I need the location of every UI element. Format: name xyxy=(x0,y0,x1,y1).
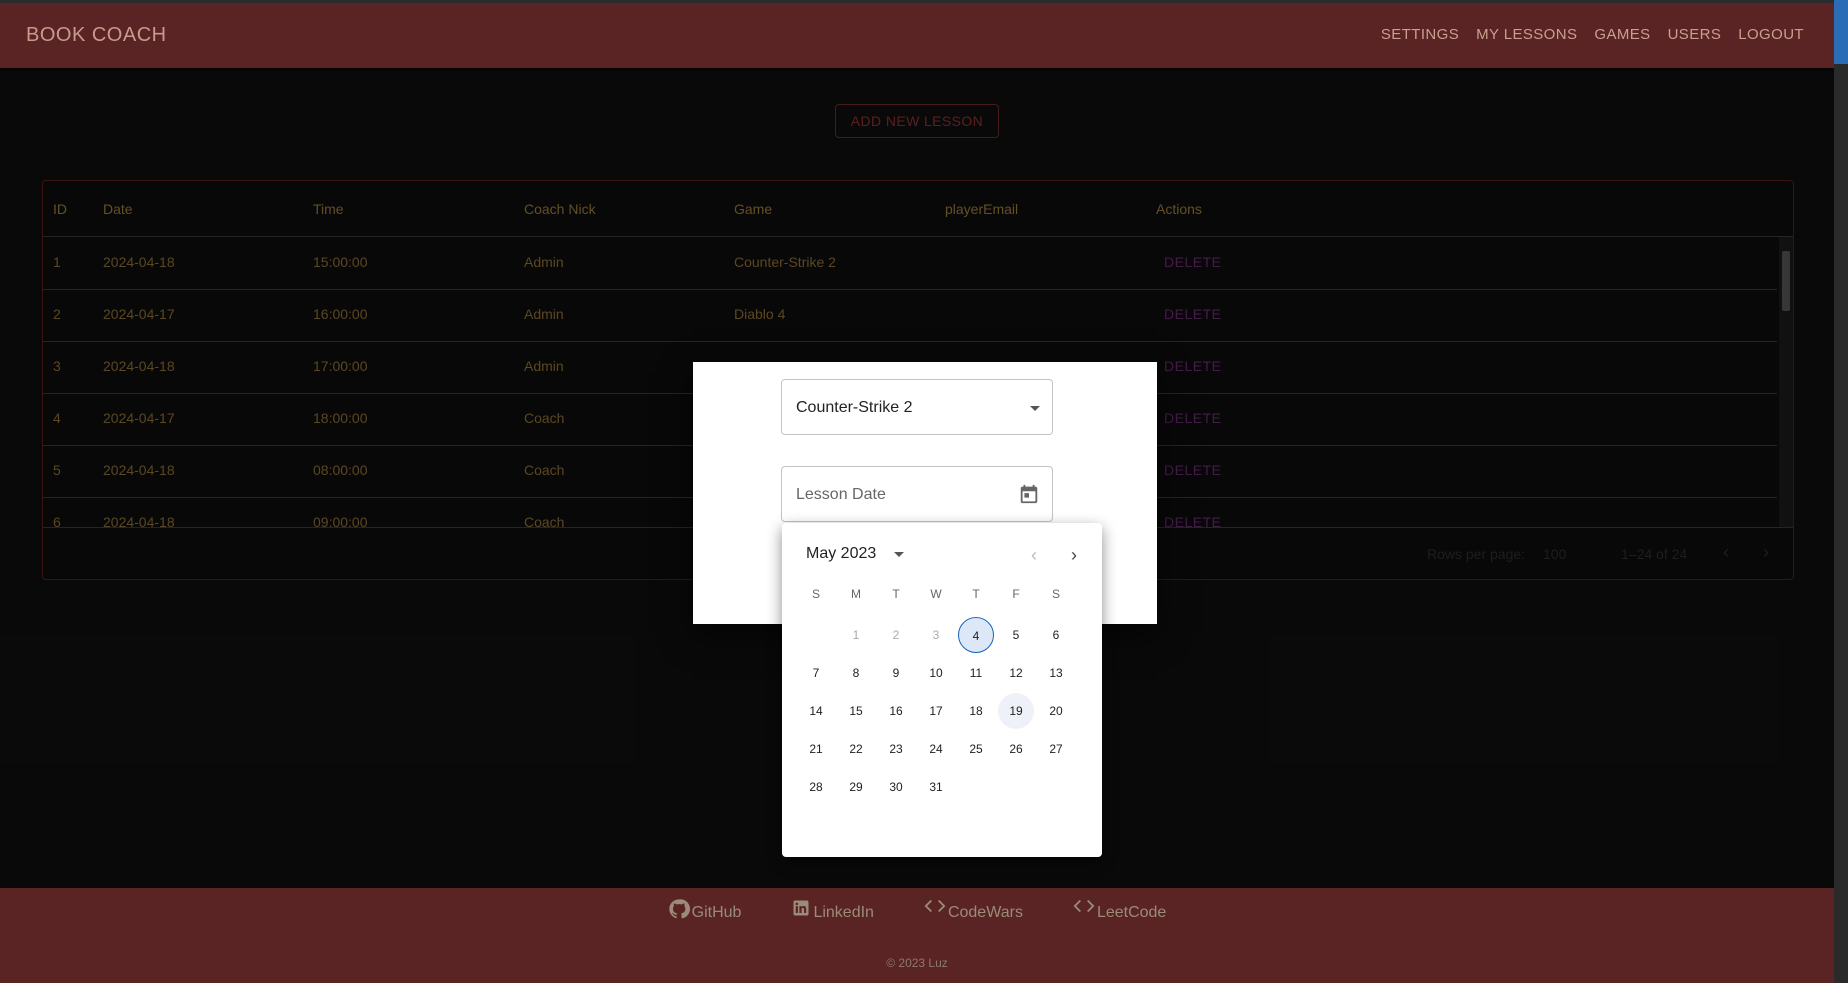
calendar-day: 1 xyxy=(852,628,860,642)
nav-users[interactable]: USERS xyxy=(1668,26,1722,43)
calendar-day[interactable]: 26 xyxy=(998,731,1034,767)
page-footer: GitHub LinkedIn CodeWars LeetCode © 2023… xyxy=(0,888,1834,983)
footer-link-leetcode[interactable]: LeetCode xyxy=(1073,898,1167,923)
calendar-weekday: T xyxy=(972,587,980,601)
calendar-day[interactable]: 16 xyxy=(878,693,914,729)
calendar-day[interactable]: 25 xyxy=(958,731,994,767)
game-select[interactable]: Counter-Strike 2 xyxy=(781,379,1053,435)
calendar-day[interactable]: 12 xyxy=(998,655,1034,691)
footer-link-linkedin[interactable]: LinkedIn xyxy=(791,900,874,923)
github-icon xyxy=(668,898,690,923)
calendar-day[interactable]: 10 xyxy=(918,655,954,691)
calendar-icon[interactable] xyxy=(1018,483,1040,505)
footer-link-codewars[interactable]: CodeWars xyxy=(924,898,1023,923)
footer-link-github[interactable]: GitHub xyxy=(668,898,742,923)
app-header: BOOK COACH SETTINGS MY LESSONS GAMES USE… xyxy=(0,0,1834,68)
calendar-day[interactable]: 20 xyxy=(1038,693,1074,729)
footer-link-label: LeetCode xyxy=(1096,904,1167,921)
footer-link-label: CodeWars xyxy=(947,904,1023,921)
calendar-weekday: W xyxy=(930,587,942,601)
calendar-weekday: F xyxy=(1012,587,1020,601)
calendar-day[interactable]: 6 xyxy=(1038,617,1074,653)
calendar-day[interactable]: 18 xyxy=(958,693,994,729)
calendar-day[interactable]: 27 xyxy=(1038,731,1074,767)
calendar-weekday: S xyxy=(811,587,820,601)
calendar-day[interactable]: 24 xyxy=(918,731,954,767)
calendar-day[interactable]: 4 xyxy=(958,617,994,653)
previous-month-icon[interactable]: ‹ xyxy=(1022,543,1046,567)
calendar-day[interactable]: 17 xyxy=(918,693,954,729)
calendar-day[interactable]: 9 xyxy=(878,655,914,691)
calendar-day[interactable]: 22 xyxy=(838,731,874,767)
footer-links: GitHub LinkedIn CodeWars LeetCode xyxy=(0,898,1834,923)
game-select-value: Counter-Strike 2 xyxy=(796,399,913,416)
calendar-day[interactable]: 15 xyxy=(838,693,874,729)
calendar-day[interactable]: 11 xyxy=(958,655,994,691)
main-nav: SETTINGS MY LESSONS GAMES USERS LOGOUT xyxy=(1381,26,1804,43)
footer-link-label: LinkedIn xyxy=(813,904,874,921)
nav-games[interactable]: GAMES xyxy=(1594,26,1650,43)
calendar-weekday: T xyxy=(892,587,900,601)
month-switch-icon[interactable] xyxy=(894,552,904,557)
calendar-day[interactable]: 5 xyxy=(998,617,1034,653)
code-icon xyxy=(924,898,946,917)
brand-title[interactable]: BOOK COACH xyxy=(26,24,167,47)
footer-link-label: GitHub xyxy=(691,904,742,921)
calendar-day[interactable]: 23 xyxy=(878,731,914,767)
calendar-day: 2 xyxy=(892,628,900,642)
linkedin-icon xyxy=(791,898,811,921)
date-picker-popup: May 2023 ‹ › SMTWTFS 1 2 3 4 5 6 7 8 9 10 11 12 13 14… xyxy=(782,523,1102,857)
code-icon xyxy=(1073,898,1095,917)
calendar-day[interactable]: 7 xyxy=(798,655,834,691)
calendar-month-label[interactable]: May 2023 xyxy=(806,545,876,563)
lesson-date-field[interactable]: Lesson Date xyxy=(781,466,1053,522)
calendar-day[interactable]: 31 xyxy=(918,769,954,805)
page-scrollbar[interactable] xyxy=(1834,0,1848,983)
calendar-day: 3 xyxy=(932,628,940,642)
nav-settings[interactable]: SETTINGS xyxy=(1381,26,1459,43)
calendar-weekday: M xyxy=(851,587,861,601)
calendar-day[interactable]: 14 xyxy=(798,693,834,729)
lesson-date-placeholder: Lesson Date xyxy=(796,486,886,503)
nav-logout[interactable]: LOGOUT xyxy=(1738,26,1804,43)
calendar-day[interactable]: 28 xyxy=(798,769,834,805)
calendar-day[interactable]: 8 xyxy=(838,655,874,691)
page-scrollbar-accent xyxy=(1834,0,1848,64)
dropdown-arrow-icon xyxy=(1030,406,1040,411)
nav-my-lessons[interactable]: MY LESSONS xyxy=(1476,26,1577,43)
calendar-day[interactable]: 29 xyxy=(838,769,874,805)
calendar-day[interactable]: 21 xyxy=(798,731,834,767)
copyright-text: © 2023 Luz xyxy=(886,956,948,970)
calendar-weekday: S xyxy=(1051,587,1060,601)
next-month-icon[interactable]: › xyxy=(1062,543,1086,567)
calendar-day[interactable]: 30 xyxy=(878,769,914,805)
calendar-day[interactable]: 13 xyxy=(1038,655,1074,691)
calendar-day[interactable]: 19 xyxy=(998,693,1034,729)
